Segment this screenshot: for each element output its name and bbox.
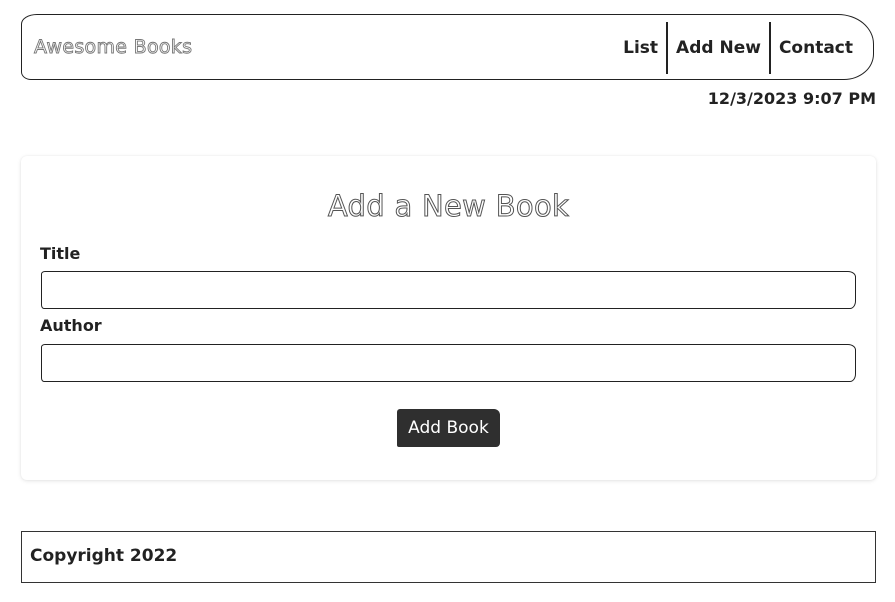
current-datetime: 12/3/2023 9:07 PM: [707, 89, 876, 108]
nav-link-list[interactable]: List: [615, 22, 666, 74]
nav-link-add-new[interactable]: Add New: [668, 22, 769, 74]
author-input[interactable]: [41, 344, 856, 382]
form-title: Add a New Book: [327, 189, 570, 224]
page: Awesome Books List Add New Contact 12/3/…: [0, 0, 895, 602]
author-label: Author: [40, 316, 102, 335]
brand-logo[interactable]: Awesome Books: [34, 36, 193, 59]
nav-links: List Add New Contact: [615, 22, 861, 74]
footer: Copyright 2022: [21, 531, 876, 583]
title-label: Title: [40, 244, 81, 263]
nav-link-contact[interactable]: Contact: [771, 22, 861, 74]
copyright-text: Copyright 2022: [30, 546, 178, 566]
add-book-button[interactable]: Add Book: [397, 409, 500, 447]
add-book-form: Add a New Book Title Author Add Book: [21, 156, 876, 480]
navbar: Awesome Books List Add New Contact: [21, 14, 874, 80]
title-input[interactable]: [41, 271, 856, 309]
